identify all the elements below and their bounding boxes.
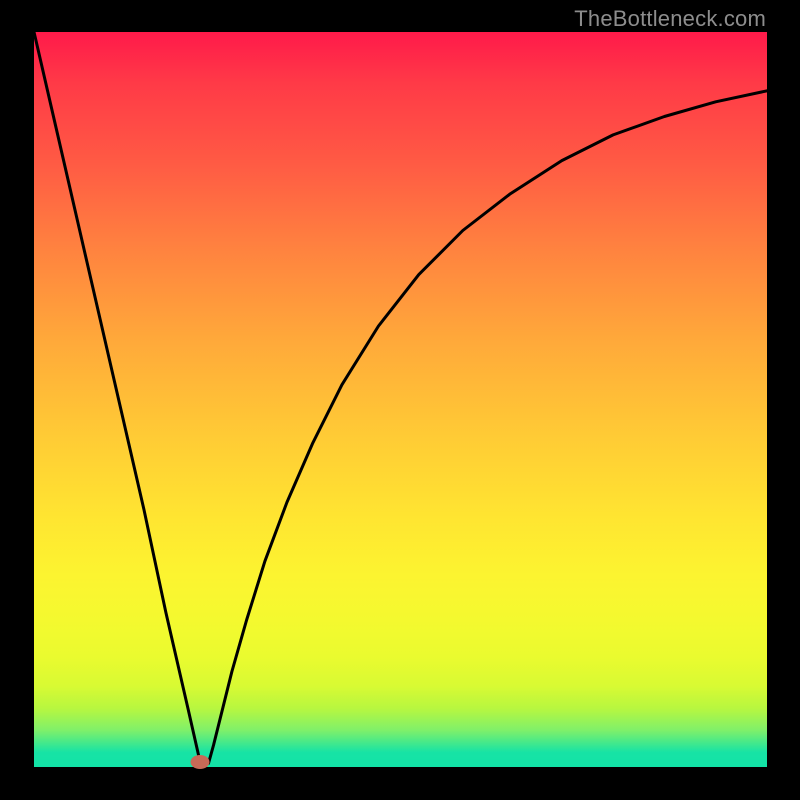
plot-area	[34, 32, 767, 767]
bottleneck-curve	[34, 32, 767, 763]
curve-svg	[34, 32, 767, 767]
chart-frame: TheBottleneck.com	[0, 0, 800, 800]
watermark-text: TheBottleneck.com	[574, 6, 766, 32]
